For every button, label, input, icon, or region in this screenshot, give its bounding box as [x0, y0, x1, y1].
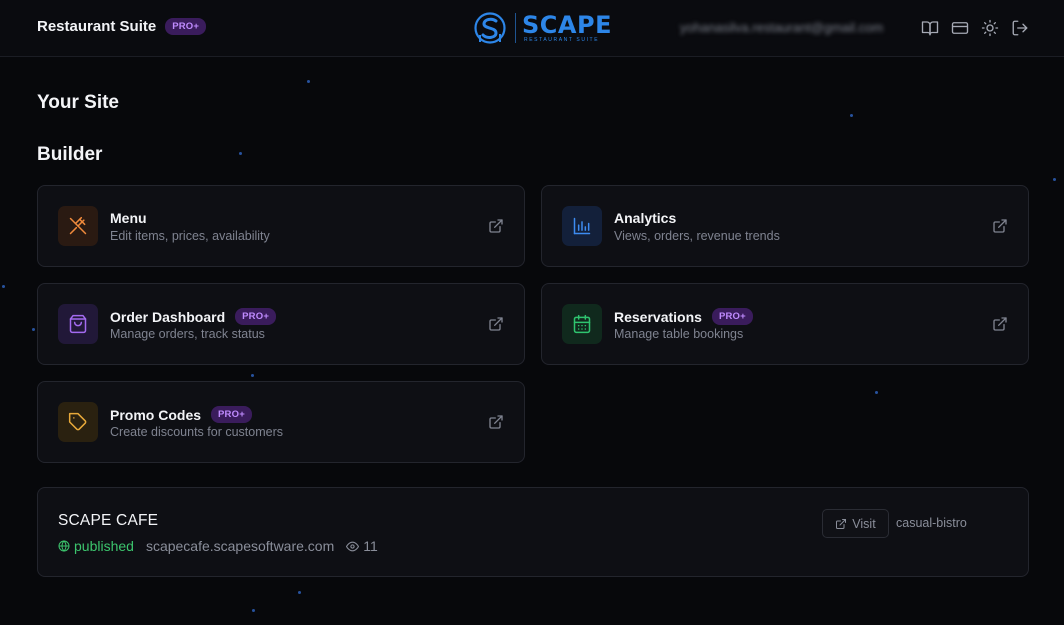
background-dot	[307, 80, 310, 83]
background-dot	[252, 609, 255, 612]
builder-card-promo-codes[interactable]: Promo Codes PRO+ Create discounts for cu…	[37, 381, 525, 463]
builder-card-reservations[interactable]: Reservations PRO+ Manage table bookings	[541, 283, 1029, 365]
plan-badge: PRO+	[165, 18, 207, 35]
page-title: Your Site	[37, 92, 119, 113]
visit-button[interactable]: Visit	[822, 509, 889, 538]
site-name: SCAPE CAFE	[58, 512, 159, 529]
section-title: Builder	[37, 144, 103, 165]
card-title-text: Analytics	[614, 210, 677, 226]
site-meta: published scapecafe.scapesoftware.com 11	[58, 538, 378, 554]
logo-separator	[515, 13, 516, 43]
pro-badge: PRO+	[211, 406, 252, 423]
sun-icon[interactable]	[979, 17, 1001, 39]
external-link-icon[interactable]	[992, 218, 1008, 234]
card-title-text: Menu	[110, 210, 147, 226]
card-icon-box	[562, 206, 602, 246]
background-dot	[1053, 178, 1056, 181]
visit-label: Visit	[852, 516, 876, 531]
background-dot	[239, 152, 242, 155]
top-bar: Restaurant Suite PRO+ SCAPE RESTAURANT S…	[0, 0, 1064, 57]
logout-icon[interactable]	[1009, 17, 1031, 39]
site-card: SCAPE CAFE published scapecafe.scapesoft…	[37, 487, 1029, 577]
builder-card-analytics[interactable]: Analytics Views, orders, revenue trends	[541, 185, 1029, 267]
card-subtitle: Manage table bookings	[614, 327, 744, 341]
external-link-icon[interactable]	[488, 316, 504, 332]
book-icon[interactable]	[919, 17, 941, 39]
card-title: Analytics	[614, 210, 676, 226]
user-email: yohanasilva.restaurant@gmail.com	[680, 20, 884, 35]
globe-icon	[58, 540, 70, 552]
brand[interactable]: Restaurant Suite PRO+	[37, 18, 207, 35]
card-title: Promo Codes PRO+	[110, 406, 252, 423]
background-dot	[2, 285, 5, 288]
shopping-bag-icon	[69, 314, 87, 334]
logo-subtitle: RESTAURANT SUITE	[524, 37, 600, 43]
tag-icon	[68, 412, 87, 431]
external-link-icon[interactable]	[488, 414, 504, 430]
card-title: Reservations PRO+	[614, 308, 753, 325]
brand-title: Restaurant Suite	[37, 18, 157, 35]
calendar-icon	[573, 314, 591, 334]
card-subtitle: Edit items, prices, availability	[110, 229, 270, 243]
pro-badge: PRO+	[711, 308, 753, 325]
card-title-text: Reservations	[614, 308, 702, 325]
logo-wordmark: SCAPE RESTAURANT SUITE	[522, 13, 612, 43]
card-subtitle: Create discounts for customers	[110, 425, 283, 439]
card-title: Order Dashboard PRO+	[110, 308, 277, 325]
scape-logo[interactable]: SCAPE RESTAURANT SUITE	[471, 11, 612, 45]
pro-badge: PRO+	[235, 308, 277, 325]
card-title-text: Promo Codes	[110, 406, 202, 423]
logo-name: SCAPE	[522, 11, 612, 39]
card-title: Menu	[110, 210, 147, 226]
external-link-icon[interactable]	[488, 218, 504, 234]
external-link-icon[interactable]	[992, 316, 1008, 332]
builder-card-order-dashboard[interactable]: Order Dashboard PRO+ Manage orders, trac…	[37, 283, 525, 365]
site-template: casual-bistro	[896, 516, 967, 530]
builder-card-menu[interactable]: Menu Edit items, prices, availability	[37, 185, 525, 267]
card-icon-box	[562, 304, 602, 344]
external-link-icon	[836, 518, 847, 529]
site-views: 11	[346, 538, 378, 554]
utensils-icon	[69, 216, 87, 235]
card-icon-box	[58, 402, 98, 442]
card-icon-box	[58, 304, 98, 344]
background-dot	[32, 328, 35, 331]
eye-icon	[346, 541, 360, 551]
card-title-text: Order Dashboard	[110, 308, 226, 325]
site-views-count: 11	[363, 538, 378, 554]
card-subtitle: Manage orders, track status	[110, 327, 265, 341]
bar-chart-icon	[573, 217, 591, 235]
site-status: published	[58, 538, 134, 554]
logo-mark-icon	[474, 12, 506, 44]
background-dot	[298, 591, 301, 594]
card-subtitle: Views, orders, revenue trends	[614, 229, 780, 243]
background-dot	[251, 374, 254, 377]
site-status-label: published	[74, 538, 134, 554]
card-icon-box	[58, 206, 98, 246]
site-url[interactable]: scapecafe.scapesoftware.com	[146, 538, 334, 554]
background-dot	[875, 391, 878, 394]
background-dot	[850, 114, 853, 117]
card-icon[interactable]	[949, 17, 971, 39]
